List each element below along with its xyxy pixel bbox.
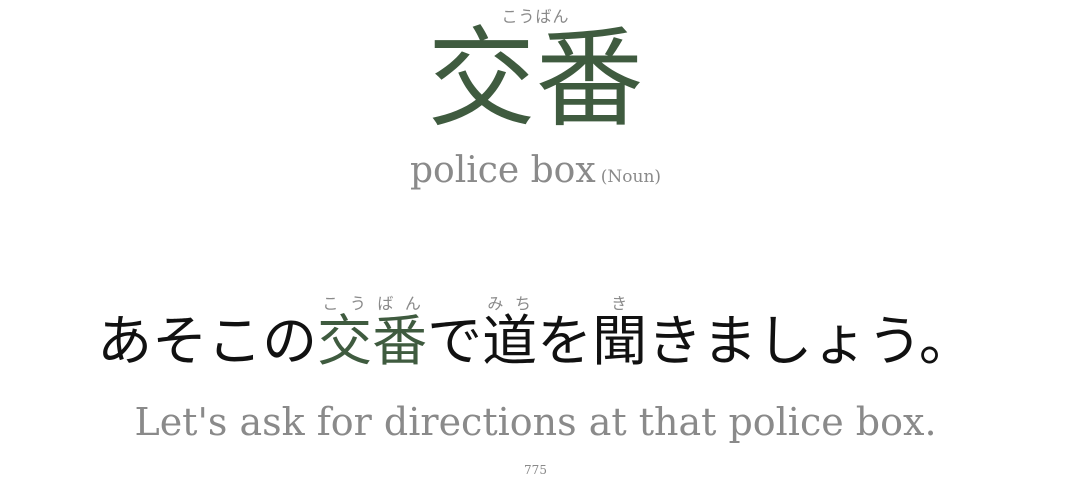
part-of-speech: (Noun) (600, 167, 662, 187)
sentence-segment: あそこの (97, 309, 318, 373)
ruby-word-reading: みち (482, 294, 538, 313)
sentence-segment: で (427, 309, 483, 373)
flashcard: こうばん 交番 police box (Noun) あそこの交番こうばんで道みち… (0, 0, 1071, 501)
ruby-word-kanji: 道 (482, 309, 538, 373)
sentence-segment: を (537, 309, 593, 373)
headword-meaning: police box (409, 150, 596, 191)
sentence-target-word: 交番こうばん (317, 294, 428, 373)
example-sentence: あそこの交番こうばんで道みちを聞ききましょう。 (0, 294, 1071, 374)
sentence-segment: きましょう。 (647, 309, 974, 373)
ruby-word-reading: き (592, 294, 648, 313)
headword-kanji: 交番 (427, 17, 644, 142)
meaning-line: police box (Noun) (0, 150, 1071, 191)
ruby-word-kanji: 聞 (592, 309, 648, 373)
card-number: 775 (524, 463, 547, 477)
target-word-reading: こうばん (317, 294, 428, 313)
target-word-kanji: 交番 (317, 309, 428, 373)
sentence-ruby-word: 道みち (482, 294, 538, 373)
sentence-ruby-word: 聞き (592, 294, 648, 373)
sentence-translation: Let's ask for directions at that police … (134, 400, 937, 444)
